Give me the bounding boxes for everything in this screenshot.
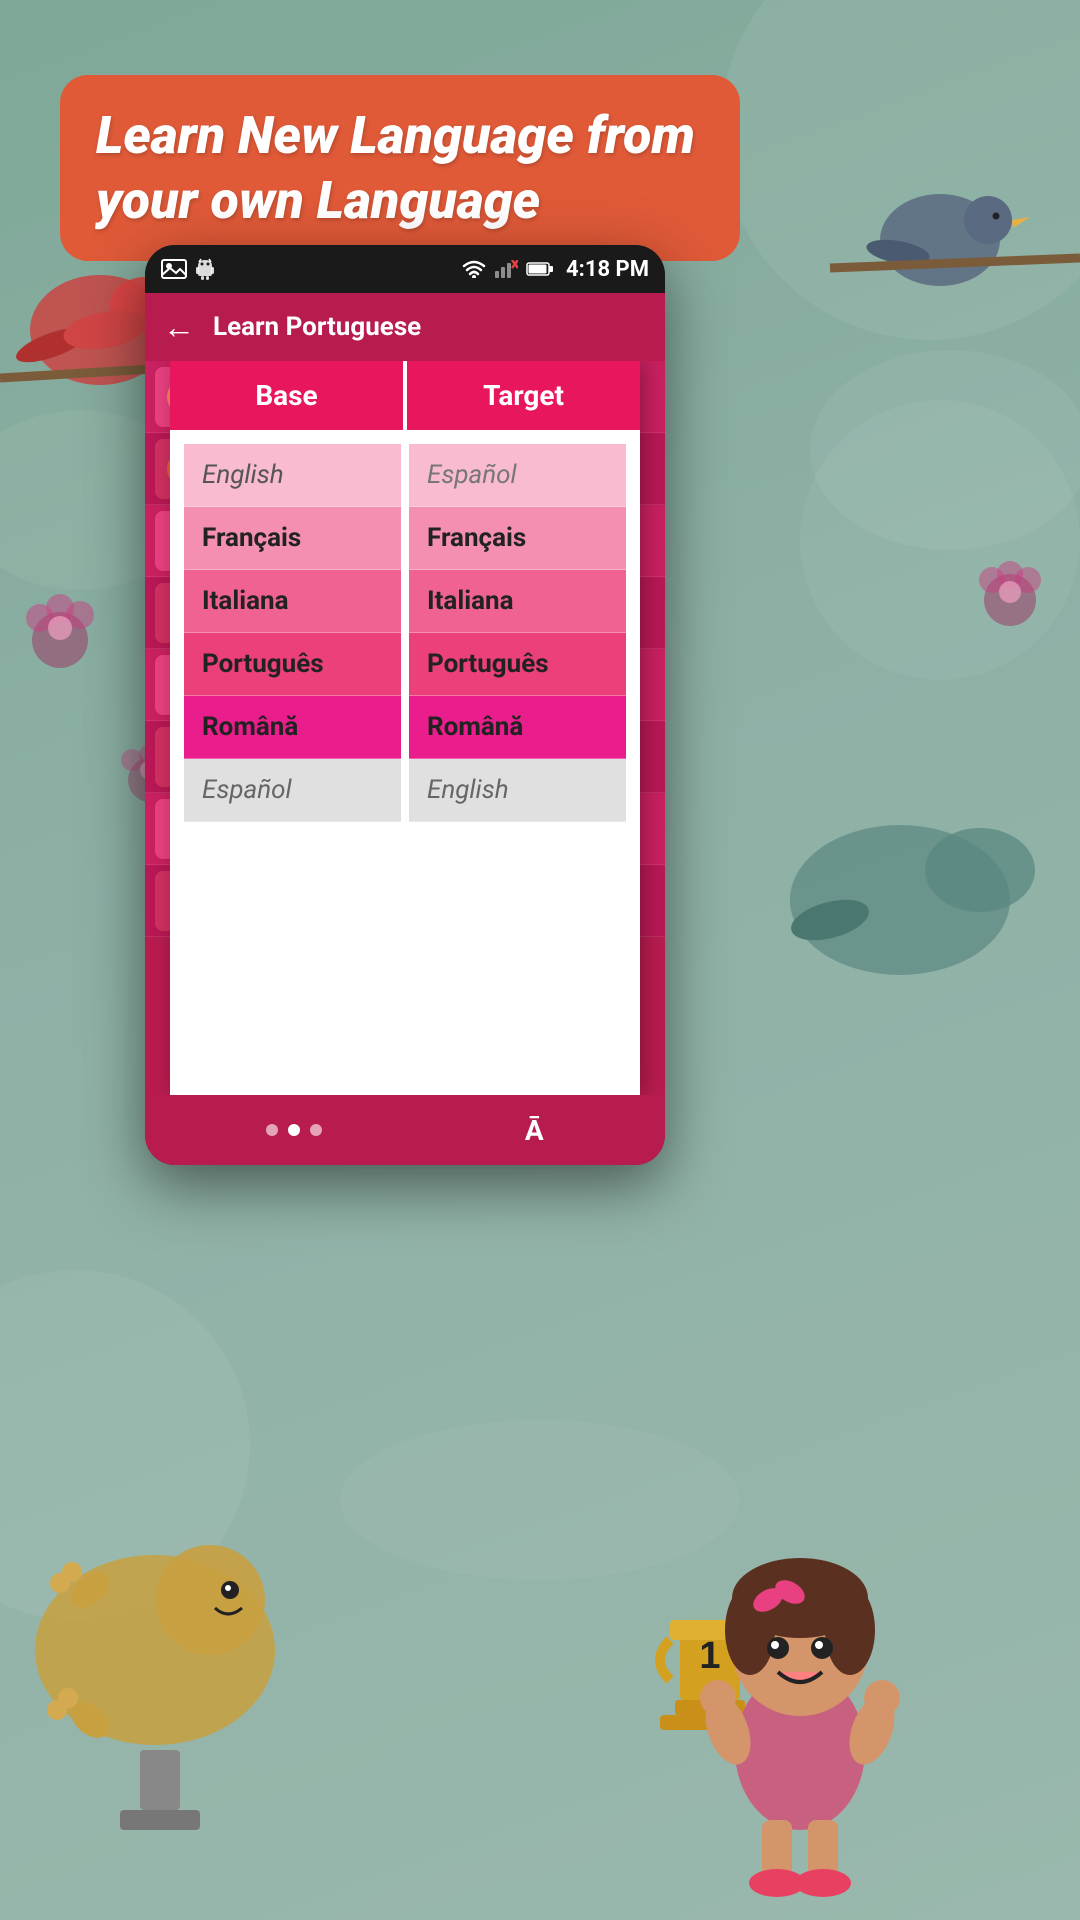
white-content-area [170,822,640,1095]
banner: Learn New Language from your own Languag… [60,75,740,261]
target-lang-italiana[interactable]: Italiana [409,570,626,633]
nav-dot-1[interactable] [266,1124,278,1136]
status-bar: 4:18 PM [145,245,665,293]
target-language-column: Español Français Italiana Português Româ… [409,444,626,822]
column-headers: Base Target [170,361,640,430]
target-column-header: Target [407,361,640,430]
app-header: ← Learn Portuguese [145,293,665,361]
base-lang-portugues[interactable]: Português [184,633,401,696]
wifi-icon [462,260,486,278]
base-lang-english[interactable]: English [184,444,401,507]
base-lang-francais[interactable]: Français [184,507,401,570]
base-lang-espanol[interactable]: Español [184,759,401,822]
target-lang-espanol[interactable]: Español [409,444,626,507]
status-right: 4:18 PM [462,257,649,282]
nav-dot-3[interactable] [310,1124,322,1136]
battery-icon [526,261,554,277]
language-lists: English Français Italiana Português Româ… [170,430,640,822]
banner-text: Learn New Language from your own Languag… [96,103,704,233]
nav-dots-container [266,1124,322,1136]
base-column-header: Base [170,361,403,430]
target-lang-romana[interactable]: Română [409,696,626,759]
target-lang-portugues[interactable]: Português [409,633,626,696]
nav-dot-2[interactable] [288,1124,300,1136]
app-title: Learn Portuguese [213,312,647,342]
bg-decoration-circle3 [800,400,1080,680]
nav-alphabet-button[interactable]: Ā [525,1114,544,1147]
target-lang-english[interactable]: English [409,759,626,822]
status-icons-left [161,258,215,280]
phone-mockup: 4:18 PM ← Learn Portuguese 🍽 > [145,245,665,1165]
image-icon [161,259,187,279]
bottom-nav: Ā [145,1095,665,1165]
target-lang-francais[interactable]: Français [409,507,626,570]
language-dialog: Base Target English Français Italiana Po… [170,361,640,1095]
base-language-column: English Français Italiana Português Româ… [184,444,401,822]
base-lang-italiana[interactable]: Italiana [184,570,401,633]
signal-icon [494,260,518,278]
base-lang-romana[interactable]: Română [184,696,401,759]
android-icon [195,258,215,280]
status-time: 4:18 PM [566,257,649,282]
back-button[interactable]: ← [163,308,195,346]
